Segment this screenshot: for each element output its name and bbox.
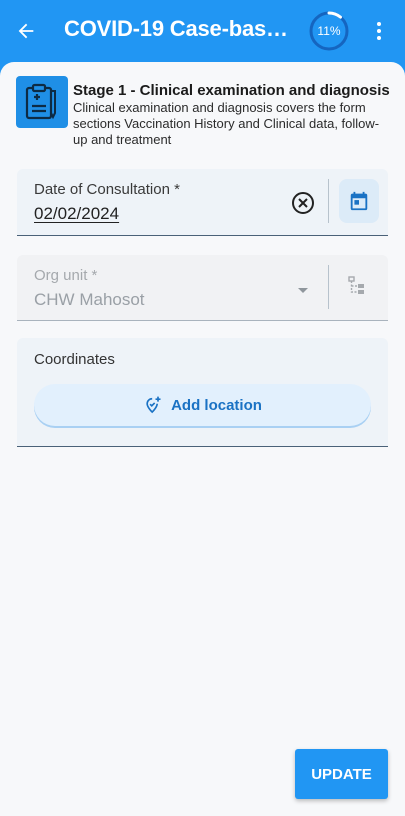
clear-date-button[interactable]: [291, 191, 315, 215]
date-of-consultation-field[interactable]: Date of Consultation * 02/02/2024: [17, 169, 388, 236]
org-unit-field: Org unit * CHW Mahosot: [17, 255, 388, 321]
clear-circle-icon: [292, 192, 314, 214]
clipboard-medical-icon: [16, 76, 68, 128]
field-divider: [328, 179, 329, 223]
app-bar: COVID-19 Case-based ... 11%: [0, 0, 405, 62]
calendar-button[interactable]: [339, 179, 379, 223]
stage-title: Stage 1 - Clinical examination and diagn…: [73, 82, 390, 99]
org-tree-icon: [347, 275, 369, 302]
coordinates-label: Coordinates: [34, 351, 115, 368]
more-options-button[interactable]: [368, 15, 390, 47]
org-unit-value: CHW Mahosot: [34, 290, 145, 309]
add-location-icon: [146, 396, 161, 414]
date-value[interactable]: 02/02/2024: [34, 204, 119, 224]
add-location-button[interactable]: Add location: [34, 384, 371, 426]
arrow-left-icon: [18, 23, 34, 39]
progress-label: 11%: [317, 24, 341, 38]
coordinates-field: Coordinates Add location: [17, 338, 388, 447]
progress-indicator: 11%: [308, 10, 350, 52]
date-label: Date of Consultation *: [34, 181, 180, 198]
back-button[interactable]: [10, 15, 42, 47]
page-title: COVID-19 Case-based ...: [64, 16, 300, 41]
update-button[interactable]: UPDATE: [295, 749, 388, 799]
chevron-down-icon: [296, 283, 310, 301]
add-location-label: Add location: [171, 396, 262, 414]
more-vertical-icon: [377, 22, 381, 26]
calendar-icon: [350, 191, 368, 211]
org-unit-label: Org unit *: [34, 267, 98, 284]
stage-description: Clinical examination and diagnosis cover…: [73, 100, 380, 147]
field-divider: [328, 265, 329, 309]
form-sheet: Stage 1 - Clinical examination and diagn…: [0, 62, 405, 816]
